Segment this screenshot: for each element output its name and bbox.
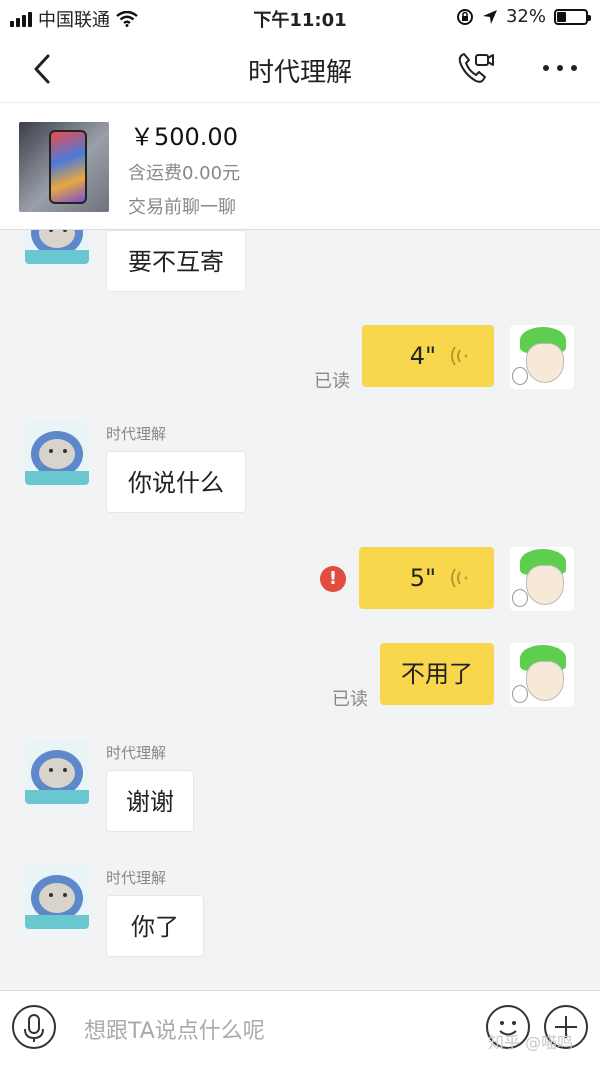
voice-duration: 4" bbox=[409, 342, 436, 370]
message-bubble[interactable]: 你了 bbox=[106, 895, 204, 957]
avatar[interactable] bbox=[25, 865, 89, 929]
avatar[interactable] bbox=[510, 547, 574, 611]
location-icon bbox=[482, 9, 497, 24]
battery-percent: 32% bbox=[505, 6, 546, 27]
battery-fill bbox=[557, 11, 566, 22]
call-icon[interactable] bbox=[456, 50, 496, 86]
avatar[interactable] bbox=[510, 325, 574, 389]
message-bubble[interactable]: 谢谢 bbox=[106, 770, 194, 832]
send-failed-icon[interactable]: ! bbox=[320, 566, 346, 592]
chat-before-trade-note: 交易前聊一聊 bbox=[128, 197, 236, 218]
shipping-note: 含运费0.00元 bbox=[128, 163, 241, 184]
voice-input-button[interactable] bbox=[12, 1005, 56, 1049]
read-status: 已读 bbox=[314, 371, 350, 392]
voice-wave-icon bbox=[451, 346, 467, 366]
voice-duration: 5" bbox=[409, 564, 436, 592]
microphone-icon bbox=[24, 1014, 44, 1042]
voice-wave-icon bbox=[451, 568, 467, 588]
avatar[interactable] bbox=[25, 740, 89, 804]
message-bubble[interactable]: 你说什么 bbox=[106, 451, 246, 513]
more-icon[interactable] bbox=[540, 58, 580, 78]
watermark: 知乎 @喵鸣 bbox=[488, 1033, 574, 1052]
product-thumbnail[interactable] bbox=[19, 122, 109, 212]
product-price: ￥500.00 bbox=[130, 123, 238, 151]
avatar[interactable] bbox=[25, 230, 89, 264]
avatar[interactable] bbox=[510, 643, 574, 707]
page-title: 时代理解 bbox=[247, 58, 352, 88]
read-status: 已读 bbox=[332, 689, 368, 710]
avatar[interactable] bbox=[25, 421, 89, 485]
message-bubble[interactable]: 要不互寄 bbox=[106, 230, 246, 292]
message-list[interactable]: 要不互寄 已读 4" 时代理解 你说什么 ! 5" 已读 不用了 时代理解 谢谢… bbox=[0, 230, 600, 990]
sender-name: 时代理解 bbox=[106, 869, 167, 887]
sender-name: 时代理解 bbox=[106, 744, 167, 762]
rotation-lock-icon bbox=[456, 8, 473, 25]
voice-message-bubble[interactable]: 4" bbox=[362, 325, 494, 387]
status-bar: 中国联通 下午11:01 32% bbox=[0, 0, 600, 34]
message-bubble[interactable]: 不用了 bbox=[380, 643, 494, 705]
voice-message-bubble[interactable]: 5" bbox=[359, 547, 494, 609]
battery-icon bbox=[554, 8, 591, 25]
input-bar: 想跟TA说点什么呢 知乎 @喵鸣 bbox=[0, 990, 600, 1067]
message-input[interactable]: 想跟TA说点什么呢 bbox=[84, 1013, 265, 1045]
nav-bar: 时代理解 bbox=[0, 34, 600, 102]
sender-name: 时代理解 bbox=[106, 425, 167, 443]
product-card[interactable]: ￥500.00 含运费0.00元 交易前聊一聊 bbox=[0, 102, 600, 230]
